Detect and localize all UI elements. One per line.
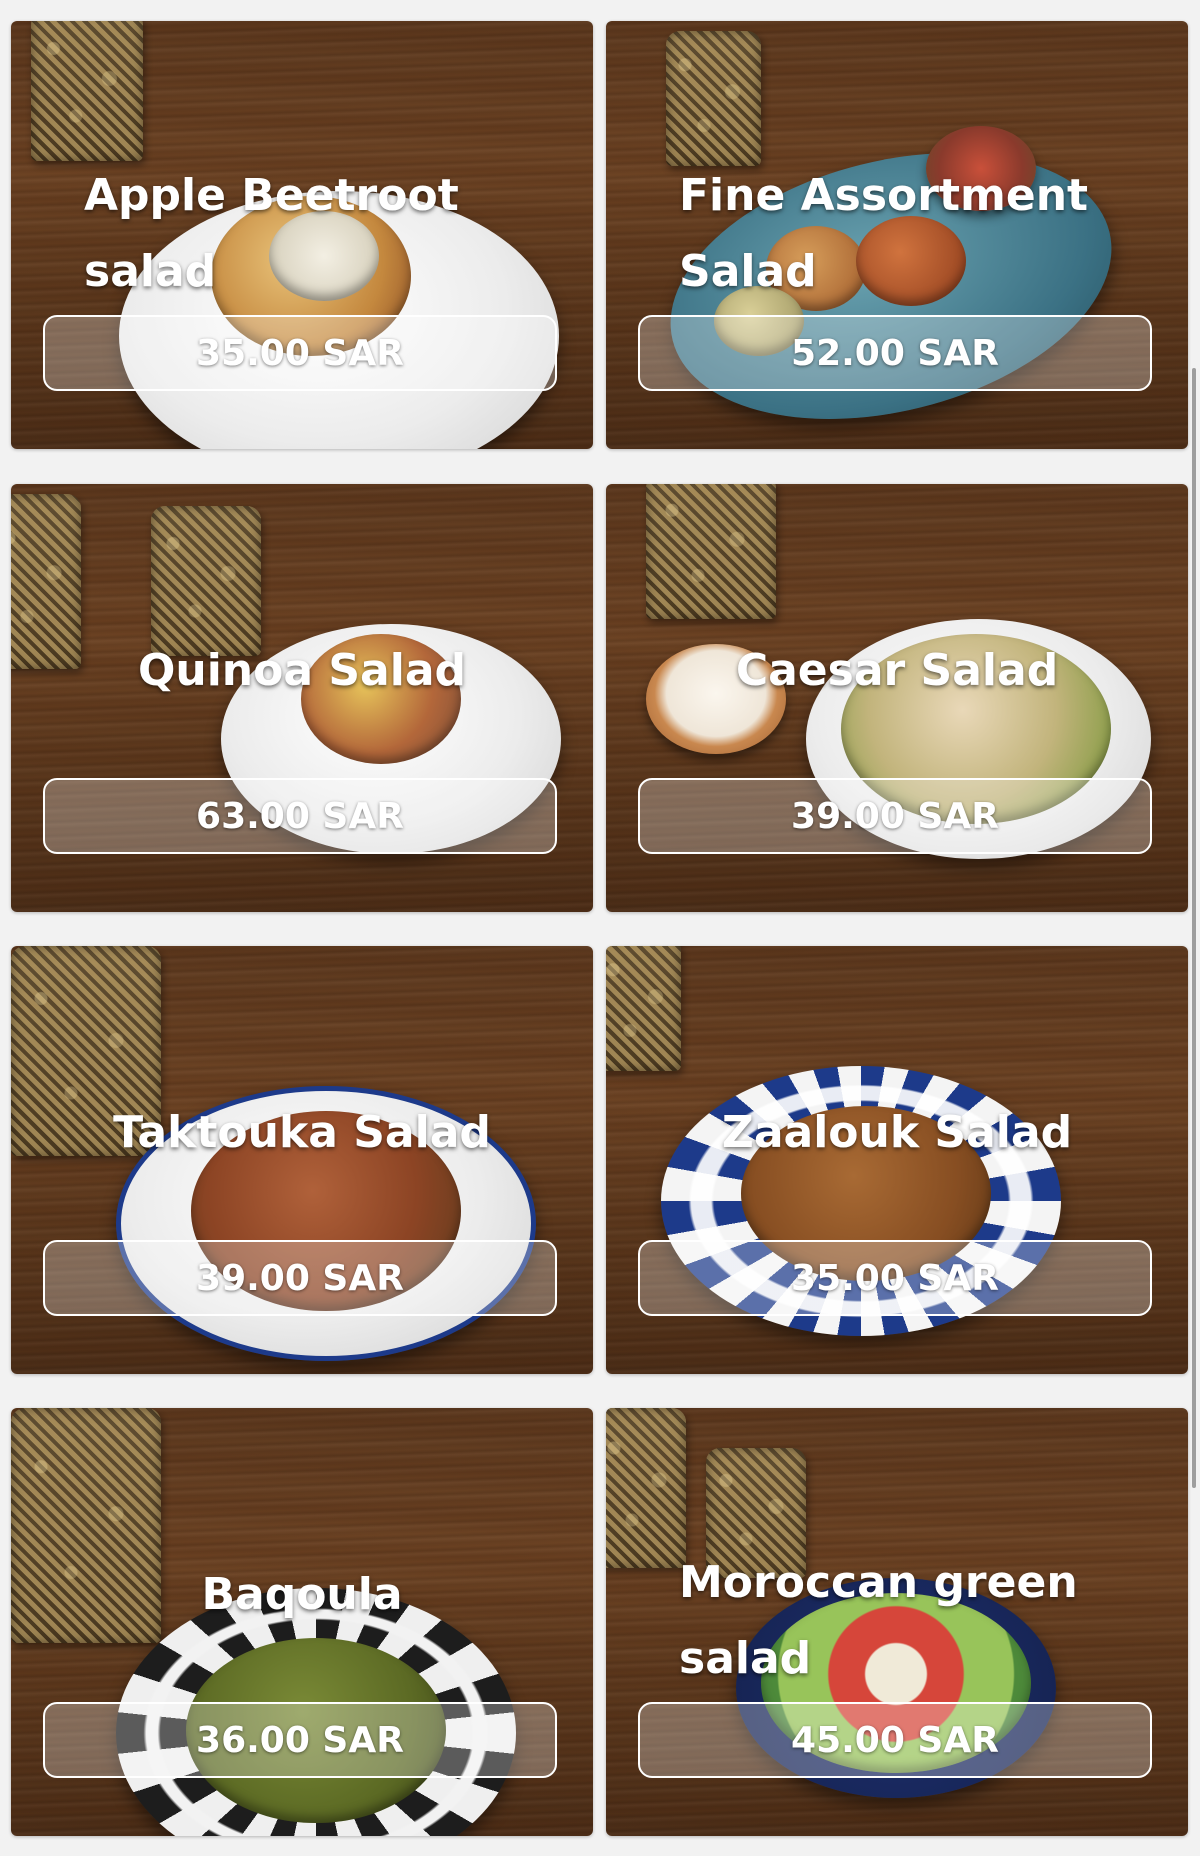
- menu-item-title: Fine Assortment Salad: [679, 170, 1089, 297]
- lantern-decoration: [606, 946, 681, 1071]
- menu-item-card-caesar-salad[interactable]: Caesar Salad 39.00 SAR: [606, 484, 1188, 912]
- menu-item-price: 45.00 SAR: [791, 1719, 999, 1761]
- menu-item-price: 36.00 SAR: [196, 1719, 404, 1761]
- menu-item-title: Apple Beetroot salad: [84, 170, 459, 297]
- menu-item-card-quinoa-salad[interactable]: Quinoa Salad 63.00 SAR: [11, 484, 593, 912]
- price-box[interactable]: 39.00 SAR: [43, 1240, 557, 1316]
- menu-item-price: 35.00 SAR: [196, 332, 404, 374]
- lantern-decoration: [31, 21, 143, 161]
- price-box[interactable]: 35.00 SAR: [638, 1240, 1152, 1316]
- menu-item-title: Zaalouk Salad: [721, 1107, 1073, 1158]
- menu-grid: Apple Beetroot salad 35.00 SAR Fine Asso…: [0, 0, 1200, 1856]
- lantern-decoration: [646, 484, 776, 619]
- menu-item-card-baqoula[interactable]: Baqoula 36.00 SAR: [11, 1408, 593, 1836]
- lantern-decoration: [606, 1408, 686, 1568]
- lantern-decoration: [666, 31, 761, 166]
- price-box[interactable]: 39.00 SAR: [638, 778, 1152, 854]
- price-box[interactable]: 63.00 SAR: [43, 778, 557, 854]
- menu-item-title: Taktouka Salad: [113, 1107, 491, 1158]
- scrollbar[interactable]: [1192, 368, 1196, 1488]
- price-box[interactable]: 45.00 SAR: [638, 1702, 1152, 1778]
- menu-item-price: 39.00 SAR: [196, 1257, 404, 1299]
- price-box[interactable]: 36.00 SAR: [43, 1702, 557, 1778]
- menu-item-price: 63.00 SAR: [196, 795, 404, 837]
- menu-item-card-taktouka-salad[interactable]: Taktouka Salad 39.00 SAR: [11, 946, 593, 1374]
- menu-item-price: 35.00 SAR: [791, 1257, 999, 1299]
- menu-item-card-moroccan-green-salad[interactable]: Moroccan green salad 45.00 SAR: [606, 1408, 1188, 1836]
- menu-item-card-zaalouk-salad[interactable]: Zaalouk Salad 35.00 SAR: [606, 946, 1188, 1374]
- menu-item-title: Baqoula: [201, 1569, 403, 1620]
- menu-item-card-apple-beetroot-salad[interactable]: Apple Beetroot salad 35.00 SAR: [11, 21, 593, 449]
- menu-item-price: 52.00 SAR: [791, 332, 999, 374]
- menu-item-price: 39.00 SAR: [791, 795, 999, 837]
- menu-item-card-fine-assortment-salad[interactable]: Fine Assortment Salad 52.00 SAR: [606, 21, 1188, 449]
- menu-item-title: Quinoa Salad: [137, 645, 467, 696]
- menu-item-title: Caesar Salad: [735, 645, 1059, 696]
- menu-item-title: Moroccan green salad: [679, 1557, 1078, 1684]
- price-box[interactable]: 35.00 SAR: [43, 315, 557, 391]
- price-box[interactable]: 52.00 SAR: [638, 315, 1152, 391]
